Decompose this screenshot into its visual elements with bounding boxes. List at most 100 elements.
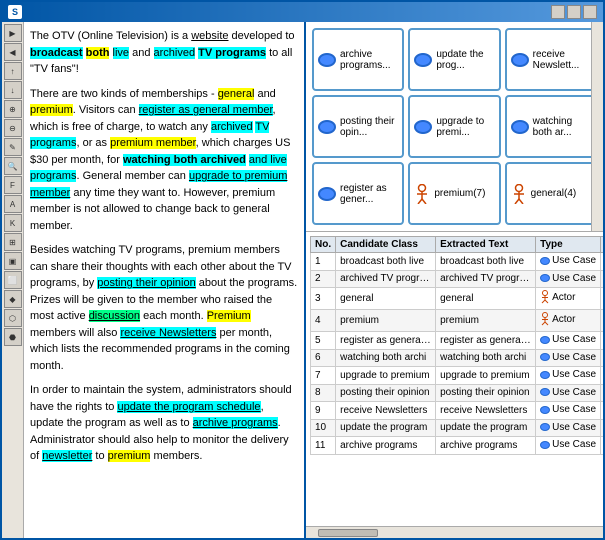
diagram-cell-0[interactable]: archive programs... [312,28,404,91]
cell-candidate: register as general m [336,332,436,350]
diagram-cell-label-2: receive Newslett... [533,49,591,71]
cell-no: 1 [311,253,336,271]
type-badge-uc: Use Case [540,352,596,363]
cell-extracted: register as general m [436,332,536,350]
toolbar-btn-a[interactable]: A [4,195,22,213]
toolbar-btn-1[interactable]: ▶ [4,24,22,42]
text-panel[interactable]: The OTV (Online Television) is a website… [24,22,306,538]
paragraph-2: There are two kinds of memberships - gen… [30,86,298,235]
table-row[interactable]: 9 receive Newsletters receive Newsletter… [311,402,604,420]
cell-no: 11 [311,437,336,455]
cell-class: Use Case [601,367,603,385]
cell-candidate: broadcast both live [336,253,436,271]
table-area[interactable]: No. Candidate Class Extracted Text Type … [306,232,603,526]
cell-extracted: broadcast both live [436,253,536,271]
toolbar-btn-5[interactable]: ⊕ [4,100,22,118]
toolbar-btn-13[interactable]: ⬡ [4,309,22,327]
paragraph-3: Besides watching TV programs, premium me… [30,242,298,374]
cell-class: Use Case [601,253,603,271]
toolbar-btn-6[interactable]: ⊖ [4,119,22,137]
cell-no: 5 [311,332,336,350]
toolbar-btn-11[interactable]: ⬜ [4,271,22,289]
diagram-cell-label-4: upgrade to premi... [436,116,494,138]
cell-no: 6 [311,349,336,367]
table-row[interactable]: 10 update the program update the program… [311,419,604,437]
uc-icon-4 [414,120,432,134]
toolbar-btn-4[interactable]: ↓ [4,81,22,99]
type-badge-actor: Actor [540,290,575,304]
cell-class: Use Case [601,419,603,437]
col-candidate-class: Candidate Class [336,237,436,253]
cell-no: 8 [311,384,336,402]
diagram-cell-8[interactable]: general(4) [505,162,597,225]
toolbar-btn-12[interactable]: ◆ [4,290,22,308]
type-badge-uc: Use Case [540,387,596,398]
table-row[interactable]: 7 upgrade to premium upgrade to premium … [311,367,604,385]
actor-small-icon [540,312,550,326]
left-toolbar: ▶ ◀ ↑ ↓ ⊕ ⊖ ✎ 🔍 F A K ⊞ ▣ ⬜ ◆ ⬡ ⬣ [2,22,24,538]
uc-dot-icon [540,353,550,361]
cell-extracted: posting their opinion [436,384,536,402]
diagram-cell-1[interactable]: update the prog... [408,28,500,91]
toolbar-btn-f[interactable]: F [4,176,22,194]
toolbar-btn-9[interactable]: ⊞ [4,233,22,251]
cell-type: Use Case [536,402,601,420]
cell-candidate: update the program [336,419,436,437]
scrollbar-thumb[interactable] [318,529,378,537]
maximize-button[interactable] [567,5,581,19]
type-badge-uc: Use Case [540,439,596,450]
table-row[interactable]: 1 broadcast both live broadcast both liv… [311,253,604,271]
cell-candidate: premium [336,310,436,332]
toolbar-btn-8[interactable]: 🔍 [4,157,22,175]
cell-type: Actor [536,310,601,332]
cell-no: 7 [311,367,336,385]
diagram-cell-label-3: posting their opin... [340,116,398,138]
diagram-grid: archive programs... update the prog... r… [306,22,603,231]
diagram-cell-5[interactable]: watching both ar... [505,95,597,158]
title-bar-left: S [8,5,26,19]
minimize-button[interactable] [551,5,565,19]
uc-icon-3 [318,120,336,134]
table-row[interactable]: 6 watching both archi watching both arch… [311,349,604,367]
col-class: Class [601,237,603,253]
diagram-cell-label-1: update the prog... [436,49,494,71]
toolbar-btn-2[interactable]: ◀ [4,43,22,61]
diagram-cell-4[interactable]: upgrade to premi... [408,95,500,158]
cell-extracted: receive Newsletters [436,402,536,420]
title-buttons[interactable] [551,5,597,19]
diagram-cell-6[interactable]: register as gener... [312,162,404,225]
cell-no: 10 [311,419,336,437]
table-row[interactable]: 3 general general Actor Actor [311,288,604,310]
col-no: No. [311,237,336,253]
cell-type: Use Case [536,437,601,455]
type-badge-uc: Use Case [540,422,596,433]
uc-icon-2 [511,53,529,67]
cell-extracted: archive programs [436,437,536,455]
toolbar-btn-10[interactable]: ▣ [4,252,22,270]
cell-type: Use Case [536,349,601,367]
cell-type: Use Case [536,384,601,402]
table-row[interactable]: 11 archive programs archive programs Use… [311,437,604,455]
toolbar-btn-k[interactable]: K [4,214,22,232]
diagram-area: archive programs... update the prog... r… [306,22,603,232]
diagram-cell-label-7: premium(7) [434,188,485,199]
table-row[interactable]: 4 premium premium Actor Actor [311,310,604,332]
toolbar-btn-3[interactable]: ↑ [4,62,22,80]
table-row[interactable]: 2 archived TV programs archived TV progr… [311,270,604,288]
horizontal-scrollbar[interactable] [306,526,603,538]
cell-extracted: general [436,288,536,310]
main-content: ▶ ◀ ↑ ↓ ⊕ ⊖ ✎ 🔍 F A K ⊞ ▣ ⬜ ◆ ⬡ ⬣ The OT… [2,22,603,538]
diagram-cell-7[interactable]: premium(7) [408,162,500,225]
close-button[interactable] [583,5,597,19]
cell-no: 9 [311,402,336,420]
table-row[interactable]: 8 posting their opinion posting their op… [311,384,604,402]
uc-dot-icon [540,423,550,431]
diagram-scrollbar[interactable] [591,22,603,231]
toolbar-btn-7[interactable]: ✎ [4,138,22,156]
cell-extracted: update the program [436,419,536,437]
type-badge-uc: Use Case [540,273,596,284]
table-row[interactable]: 5 register as general m register as gene… [311,332,604,350]
diagram-cell-2[interactable]: receive Newslett... [505,28,597,91]
toolbar-btn-14[interactable]: ⬣ [4,328,22,346]
diagram-cell-3[interactable]: posting their opin... [312,95,404,158]
